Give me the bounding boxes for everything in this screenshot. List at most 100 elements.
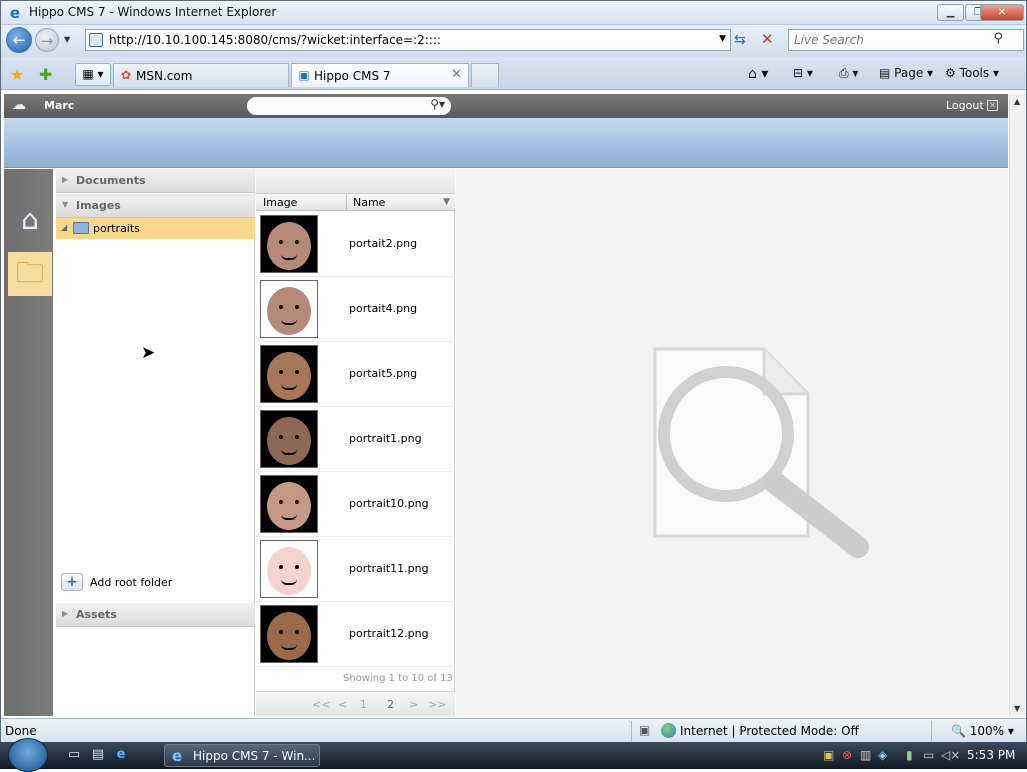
add-root-folder-label: Add root folder: [90, 576, 173, 589]
portrait-eye: [295, 500, 299, 504]
portrait-face: [267, 482, 311, 530]
address-field[interactable]: http://10.10.100.145:8080/cms/?wicket:in…: [85, 29, 731, 51]
cms-search-input[interactable]: ⚲▾: [247, 97, 451, 115]
portrait-eye: [295, 240, 299, 244]
tab-msn[interactable]: ✿ MSN.com: [113, 63, 289, 87]
expanded-arrow-icon: ▼: [62, 200, 69, 209]
zone-text[interactable]: Internet | Protected Mode: Off: [680, 724, 859, 738]
page-scrollbar[interactable]: ▲ ▼: [1009, 94, 1026, 716]
page-icon: [89, 33, 103, 47]
close-button[interactable]: ✕: [980, 4, 1024, 21]
user-name: Marc: [44, 99, 75, 112]
prev-page-link[interactable]: <: [338, 698, 347, 711]
show-desktop-icon[interactable]: ▭: [66, 747, 82, 763]
status-bar: Done ▣ Internet | Protected Mode: Off 🔍 …: [1, 718, 1026, 743]
thumbnail-image[interactable]: [260, 410, 318, 468]
page-2-link[interactable]: 2: [387, 698, 394, 711]
print-icon[interactable]: ⎙ ▾: [839, 66, 858, 81]
tray-power-icon[interactable]: ▮: [906, 748, 913, 762]
thumbnail-image[interactable]: [260, 345, 318, 403]
portrait-mouth: [281, 449, 297, 455]
item-name: portait2.png: [349, 237, 418, 250]
scroll-up-icon[interactable]: ▲: [1014, 97, 1020, 106]
minimize-button[interactable]: ▁: [937, 4, 964, 21]
stop-icon[interactable]: ✕: [761, 30, 774, 48]
section-assets[interactable]: ▶ Assets: [56, 603, 255, 627]
list-item[interactable]: portait4.png: [256, 277, 455, 342]
list-item[interactable]: portrait10.png: [256, 472, 455, 537]
refresh-icon[interactable]: ⇆: [734, 32, 746, 48]
list-item[interactable]: portrait11.png: [256, 537, 455, 602]
address-toolbar: ← → ▼ http://10.10.100.145:8080/cms/?wic…: [1, 25, 1026, 57]
tray-connection-icon[interactable]: ▭: [923, 748, 934, 762]
forward-button[interactable]: →: [35, 28, 59, 52]
list-item[interactable]: portrait12.png: [256, 602, 455, 667]
home-icon[interactable]: ⌂: [8, 199, 52, 243]
page-icon: ▣: [298, 68, 310, 82]
close-tab-icon[interactable]: ✕: [451, 67, 462, 82]
start-button[interactable]: [8, 738, 48, 772]
favorites-star-icon[interactable]: ★: [10, 65, 24, 84]
list-item[interactable]: portrait1.png: [256, 407, 455, 472]
scroll-down-icon[interactable]: ▼: [1014, 704, 1020, 713]
search-icon[interactable]: ⚲: [993, 31, 1003, 46]
feeds-icon[interactable]: ⊟ ▾: [793, 66, 813, 80]
live-search-input[interactable]: Live Search ⚲: [788, 29, 1024, 51]
portrait-eye: [279, 500, 283, 504]
switch-windows-icon[interactable]: ▤: [90, 747, 106, 763]
tray-security-icon[interactable]: ⊗: [842, 748, 852, 762]
folder-label: portraits: [93, 222, 140, 235]
thumbnail-image[interactable]: [260, 540, 318, 598]
taskbar-item-ie[interactable]: e Hippo CMS 7 - Win...: [164, 744, 320, 767]
thumbnail-image[interactable]: [260, 215, 318, 273]
sort-icon[interactable]: ▼: [443, 197, 450, 207]
tray-update-icon[interactable]: ◈: [878, 748, 887, 762]
history-dropdown-icon[interactable]: ▼: [64, 35, 70, 44]
add-favorites-icon[interactable]: ✚: [39, 65, 52, 84]
portrait-eye: [279, 435, 283, 439]
tools-menu[interactable]: ⚙ Tools ▾: [945, 66, 999, 80]
page-menu[interactable]: ▤ Page ▾: [879, 66, 933, 80]
browse-folder-icon[interactable]: 🗀: [8, 252, 52, 296]
next-page-link[interactable]: >: [409, 698, 418, 711]
portrait-face: [267, 547, 311, 595]
back-button[interactable]: ←: [6, 27, 32, 53]
ie-quicklaunch-icon[interactable]: e: [113, 747, 129, 763]
expand-arrow-icon[interactable]: ◢: [61, 223, 67, 232]
logout-close-icon[interactable]: ✕: [987, 100, 998, 111]
search-icon[interactable]: ⚲▾: [430, 97, 445, 111]
new-tab-button[interactable]: [471, 63, 499, 87]
tab-hippo[interactable]: ▣ Hippo CMS 7 ✕: [291, 63, 469, 87]
thumbnail-image[interactable]: [260, 475, 318, 533]
address-dropdown-icon[interactable]: ▼: [719, 34, 726, 44]
pager: << < 1 2 > >>: [256, 691, 455, 716]
portrait-eye: [295, 630, 299, 634]
zoom-level[interactable]: 🔍 100% ▾: [951, 724, 1014, 738]
list-toolbar: [256, 169, 455, 194]
section-documents[interactable]: ▶ Documents: [56, 169, 255, 193]
first-page-link[interactable]: <<: [312, 698, 330, 711]
thumbnail-image[interactable]: [260, 605, 318, 663]
column-header-name[interactable]: Name: [353, 196, 385, 209]
home-icon[interactable]: ⌂ ▾: [748, 66, 768, 82]
portrait-mouth: [281, 644, 297, 650]
plus-icon: +: [61, 573, 83, 591]
portrait-eye: [295, 305, 299, 309]
column-header-image[interactable]: Image: [263, 196, 297, 209]
mouse-cursor-icon: ➤: [141, 343, 156, 363]
portrait-mouth: [281, 319, 297, 325]
quick-tabs-button[interactable]: ▦ ▾: [75, 63, 111, 86]
last-page-link[interactable]: >>: [428, 698, 446, 711]
tray-app-icon[interactable]: ▥: [860, 748, 871, 762]
list-item[interactable]: portait5.png: [256, 342, 455, 407]
tray-network-icon[interactable]: ▣: [823, 748, 834, 762]
folder-portraits[interactable]: ◢ portraits: [56, 218, 255, 239]
section-images[interactable]: ▼ Images: [56, 194, 255, 218]
tray-volume-icon[interactable]: ◁×: [941, 748, 960, 762]
logout-link[interactable]: Logout: [946, 99, 984, 112]
page-1-link[interactable]: 1: [360, 698, 367, 711]
portrait-face: [267, 287, 311, 335]
item-name: portrait1.png: [349, 432, 422, 445]
thumbnail-image[interactable]: [260, 280, 318, 338]
list-item[interactable]: portait2.png: [256, 212, 455, 277]
